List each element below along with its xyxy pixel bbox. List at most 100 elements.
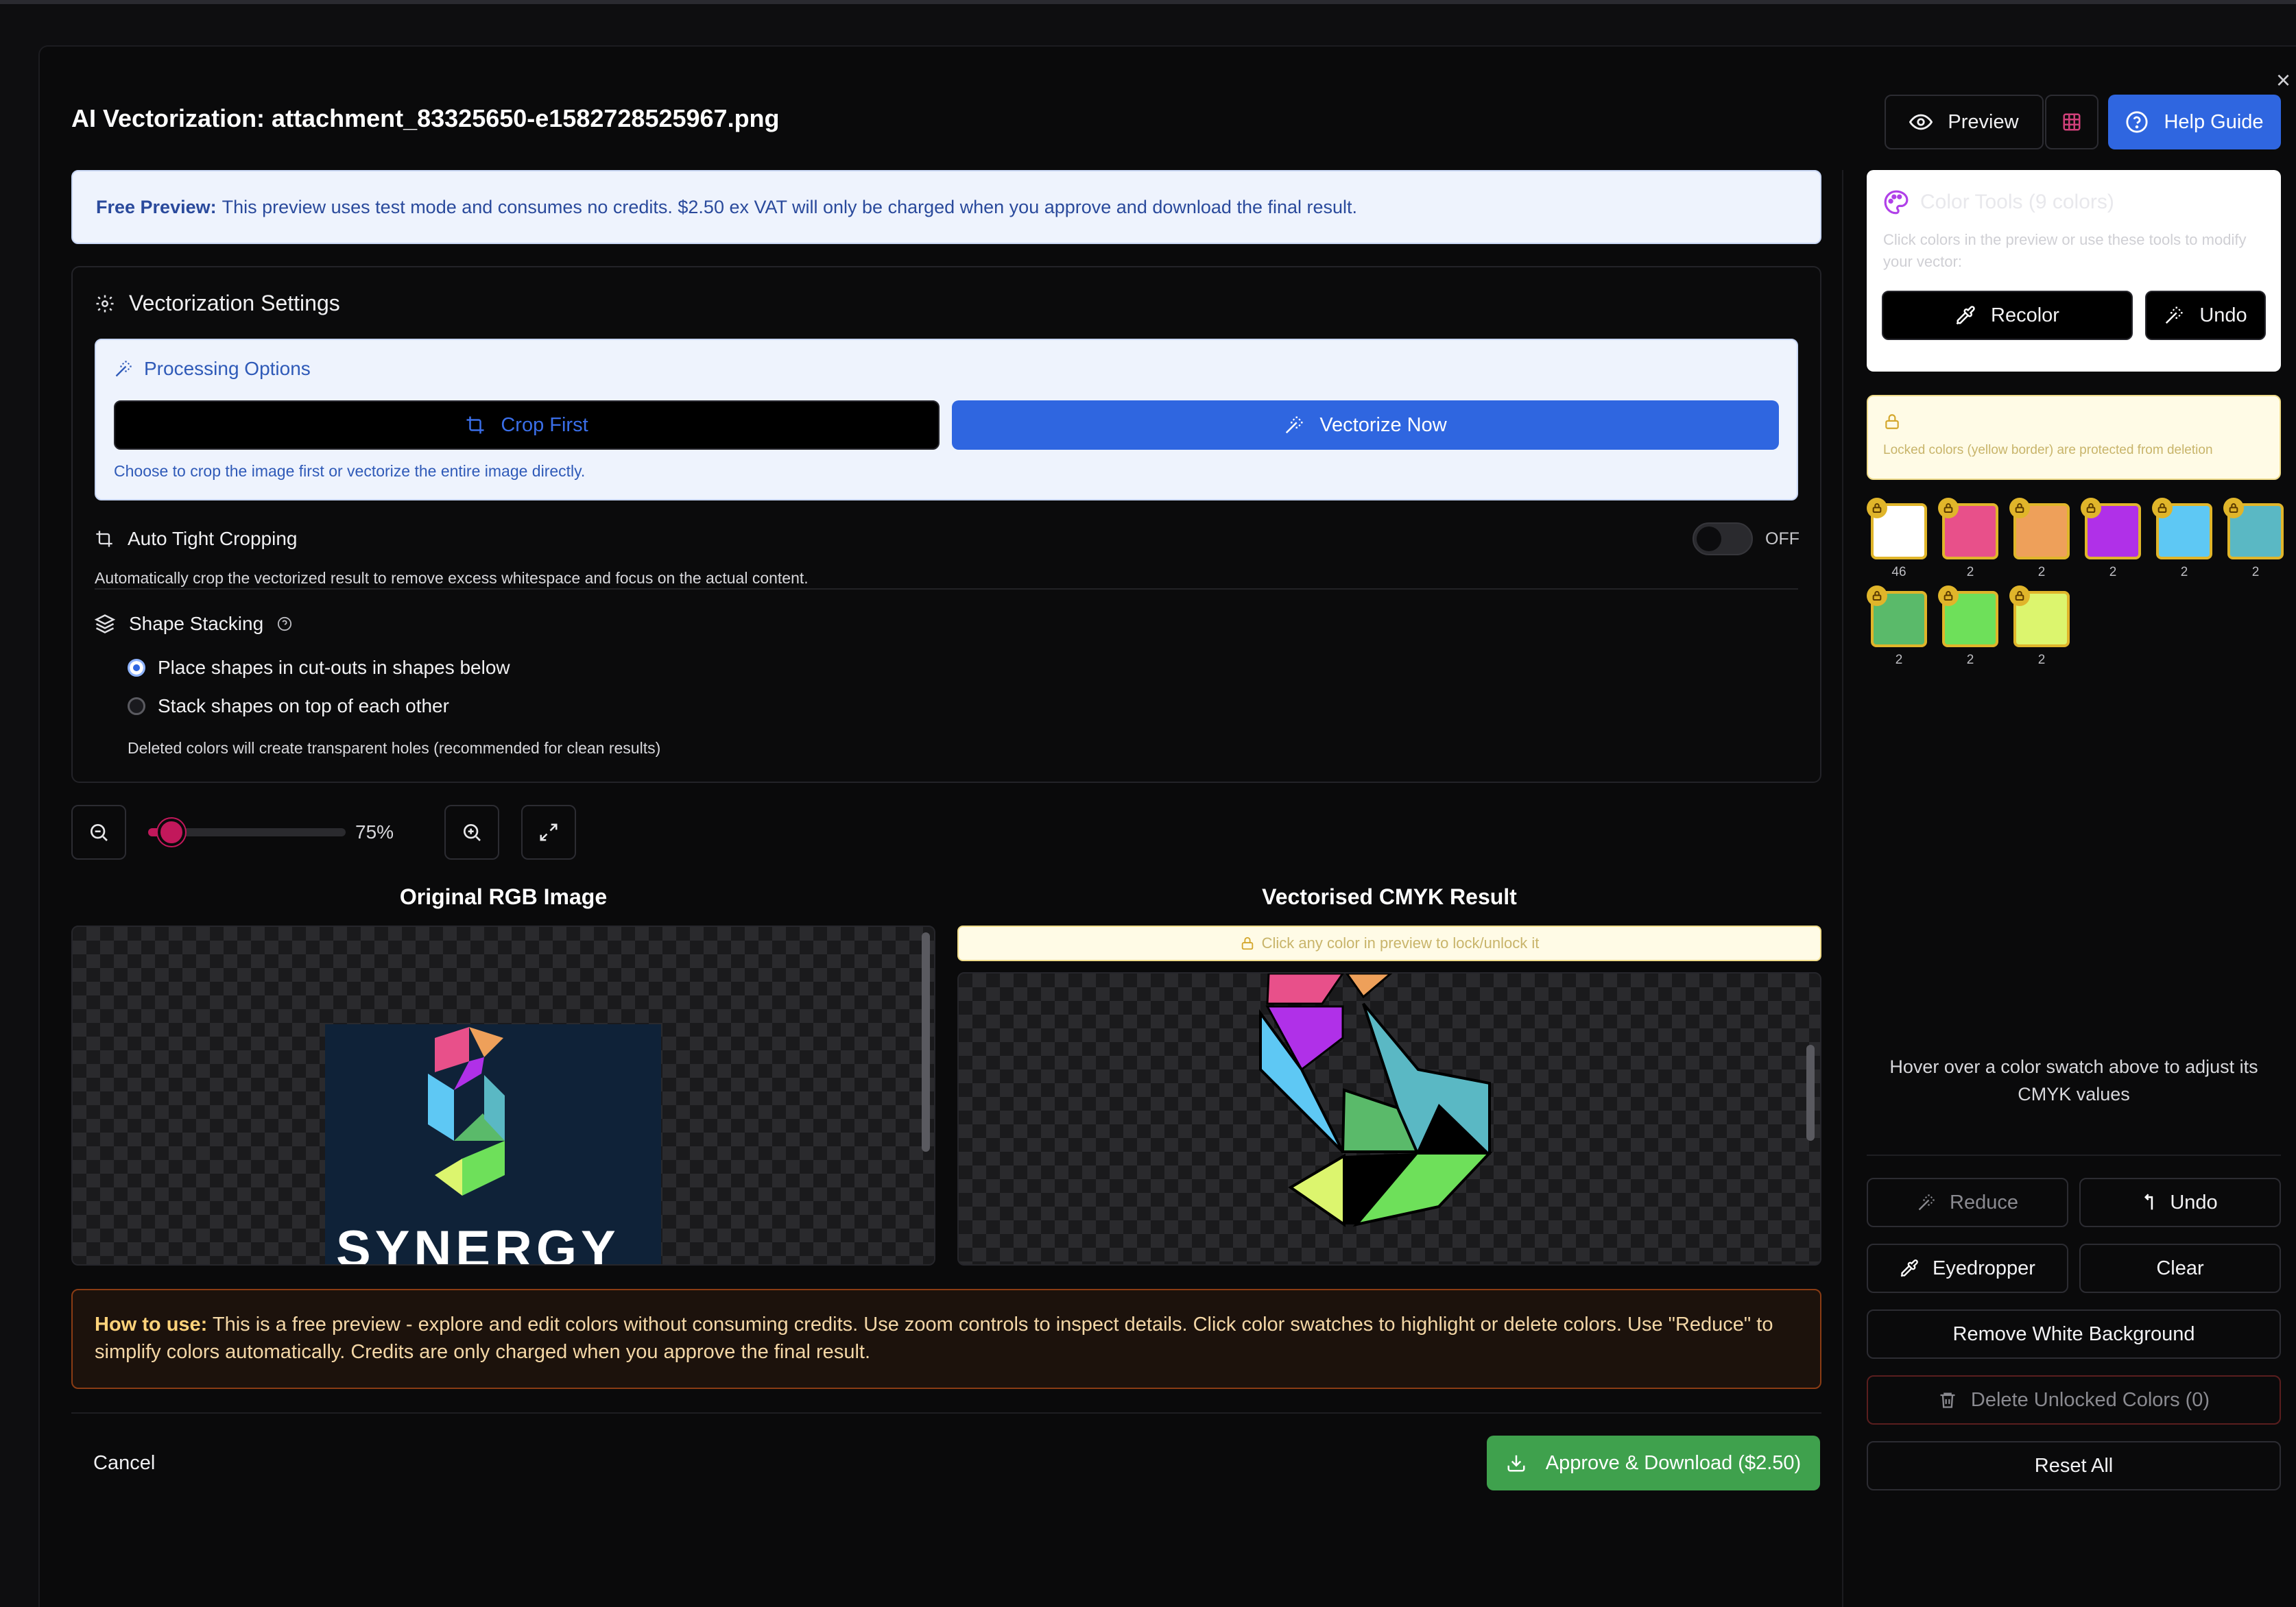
clear-button[interactable]: Clear bbox=[2079, 1244, 2281, 1293]
crop-icon bbox=[95, 529, 114, 548]
swatch-count: 2 bbox=[1966, 565, 1974, 579]
color-tools-desc: Click colors in the preview or use these… bbox=[1883, 231, 2247, 270]
auto-crop-desc: Automatically crop the vectorized result… bbox=[95, 569, 809, 587]
clear-label: Clear bbox=[2156, 1257, 2204, 1279]
zoom-out-icon bbox=[88, 821, 110, 843]
magic-wand-icon bbox=[1284, 415, 1304, 435]
eyedropper-icon bbox=[1900, 1259, 1919, 1278]
sidebar-undo-label: Undo bbox=[2170, 1191, 2218, 1213]
result-scrollbar[interactable] bbox=[1806, 1045, 1815, 1141]
palette-icon bbox=[1883, 189, 1909, 215]
approve-download-label: Approve & Download ($2.50) bbox=[1545, 1451, 1802, 1474]
lock-badge-icon bbox=[1938, 585, 1959, 606]
recolor-label: Recolor bbox=[1991, 304, 2059, 326]
swatch-count: 2 bbox=[2037, 565, 2046, 579]
trash-icon bbox=[1938, 1390, 1957, 1410]
how-to-use-notice: How to use: This is a free preview - exp… bbox=[71, 1289, 1821, 1389]
stacking-option-stack[interactable]: Stack shapes on top of each other bbox=[128, 695, 449, 717]
recolor-button[interactable]: Recolor bbox=[1882, 291, 2133, 340]
footer-divider bbox=[71, 1412, 1821, 1414]
auto-crop-title: Auto Tight Cropping bbox=[128, 528, 298, 549]
zoom-in-icon bbox=[461, 821, 483, 843]
notice-label: Free Preview: bbox=[96, 196, 217, 217]
stacking-option-label: Place shapes in cut-outs in shapes below bbox=[158, 657, 510, 678]
approve-download-button[interactable]: Approve & Download ($2.50) bbox=[1487, 1436, 1820, 1490]
color-tools-header: Color Tools (9 colors) bbox=[1883, 189, 2114, 215]
close-icon[interactable]: × bbox=[2276, 66, 2291, 95]
cancel-button[interactable]: Cancel bbox=[93, 1452, 155, 1475]
radio-unselected[interactable] bbox=[128, 697, 145, 715]
auto-crop-toggle[interactable] bbox=[1693, 522, 1753, 555]
sidebar-divider bbox=[1842, 170, 1843, 1607]
lock-badge-icon bbox=[2009, 585, 2030, 606]
zoom-slider-thumb[interactable] bbox=[158, 819, 185, 846]
lock-badge-icon bbox=[1867, 498, 1887, 518]
zoom-out-button[interactable] bbox=[71, 805, 126, 860]
locked-note-text: Locked colors (yellow border) are protec… bbox=[1883, 443, 2213, 457]
crop-first-label: Crop First bbox=[501, 413, 588, 436]
processing-options-title: Processing Options bbox=[144, 358, 311, 379]
color-swatch-grid: 46 2 2 2 2 2 2 2 2 bbox=[1867, 498, 2284, 677]
fullscreen-button[interactable] bbox=[521, 805, 576, 860]
lock-icon bbox=[1883, 413, 1901, 434]
sidebar-undo-button[interactable]: Undo bbox=[2079, 1178, 2281, 1227]
synergy-logo-graphic: SYNERGY bbox=[336, 1027, 620, 1266]
eyedropper-button[interactable]: Eyedropper bbox=[1867, 1244, 2068, 1293]
cmyk-hover-hint: Hover over a color swatch above to adjus… bbox=[1889, 1056, 2258, 1104]
swatch-count: 2 bbox=[2180, 565, 2188, 579]
shape-stacking-header: Shape Stacking bbox=[95, 613, 292, 635]
auto-crop-header: Auto Tight Cropping bbox=[95, 528, 298, 550]
eye-icon bbox=[1909, 110, 1933, 134]
zoom-level: 75% bbox=[355, 821, 394, 843]
reset-all-button[interactable]: Reset All bbox=[1867, 1441, 2281, 1490]
lock-hint-text: Click any color in preview to lock/unloc… bbox=[1261, 934, 1540, 952]
crop-icon bbox=[465, 415, 486, 435]
layers-icon bbox=[95, 614, 115, 634]
swatch-count: 46 bbox=[1891, 565, 1906, 579]
preview-button[interactable]: Preview bbox=[1885, 95, 2044, 149]
expand-icon bbox=[538, 822, 559, 843]
original-preview-panel[interactable]: SYNERGY bbox=[71, 926, 935, 1266]
lock-hint-bar: Click any color in preview to lock/unloc… bbox=[957, 926, 1821, 961]
divider bbox=[95, 588, 1798, 590]
crop-first-button[interactable]: Crop First bbox=[114, 400, 940, 450]
delete-unlocked-label: Delete Unlocked Colors (0) bbox=[1970, 1388, 2210, 1411]
help-guide-label: Help Guide bbox=[2164, 110, 2264, 133]
original-scrollbar[interactable] bbox=[922, 932, 930, 1152]
notice-text: This preview uses test mode and consumes… bbox=[222, 196, 1358, 217]
lock-badge-icon bbox=[2081, 498, 2101, 518]
lock-badge-icon bbox=[1867, 585, 1887, 606]
info-icon[interactable] bbox=[277, 616, 292, 631]
delete-unlocked-colors-button[interactable]: Delete Unlocked Colors (0) bbox=[1867, 1375, 2281, 1425]
reduce-button[interactable]: Reduce bbox=[1867, 1178, 2068, 1227]
stacking-option-label: Stack shapes on top of each other bbox=[158, 695, 449, 716]
original-logo-image: SYNERGY bbox=[325, 1024, 661, 1266]
eyedropper-icon bbox=[1955, 305, 1976, 326]
lock-badge-icon bbox=[1938, 498, 1959, 518]
grid-icon bbox=[2061, 112, 2082, 132]
locked-colors-note bbox=[1867, 395, 2281, 480]
swatch-count: 2 bbox=[2109, 565, 2117, 579]
remove-white-background-button[interactable]: Remove White Background bbox=[1867, 1309, 2281, 1359]
help-guide-button[interactable]: Help Guide bbox=[2108, 95, 2281, 149]
stacking-option-cutouts[interactable]: Place shapes in cut-outs in shapes below bbox=[128, 657, 510, 679]
zoom-in-button[interactable] bbox=[444, 805, 499, 860]
howto-text: This is a free preview - explore and edi… bbox=[95, 1314, 1773, 1363]
help-circle-icon bbox=[2125, 110, 2149, 134]
result-preview-panel[interactable] bbox=[957, 972, 1821, 1266]
shape-stacking-title: Shape Stacking bbox=[129, 613, 264, 634]
processing-options-header: Processing Options bbox=[114, 358, 311, 380]
preview-button-label: Preview bbox=[1948, 110, 2019, 133]
radio-selected[interactable] bbox=[128, 659, 145, 677]
color-tools-undo-button[interactable]: Undo bbox=[2145, 291, 2266, 340]
modal-title: AI Vectorization: attachment_83325650-e1… bbox=[71, 104, 780, 132]
vectorize-now-button[interactable]: Vectorize Now bbox=[952, 400, 1779, 450]
swatch-count: 2 bbox=[2037, 653, 2046, 667]
grid-toggle-button[interactable] bbox=[2045, 95, 2098, 149]
swatch-count: 2 bbox=[1895, 653, 1903, 667]
logo-wordmark: SYNERGY bbox=[336, 1220, 620, 1266]
swatch-count: 2 bbox=[2251, 565, 2260, 579]
vectorized-logo-graphic bbox=[1259, 974, 1493, 1227]
howto-label: How to use: bbox=[95, 1314, 208, 1336]
vectorization-settings-header: Vectorization Settings bbox=[95, 291, 340, 316]
